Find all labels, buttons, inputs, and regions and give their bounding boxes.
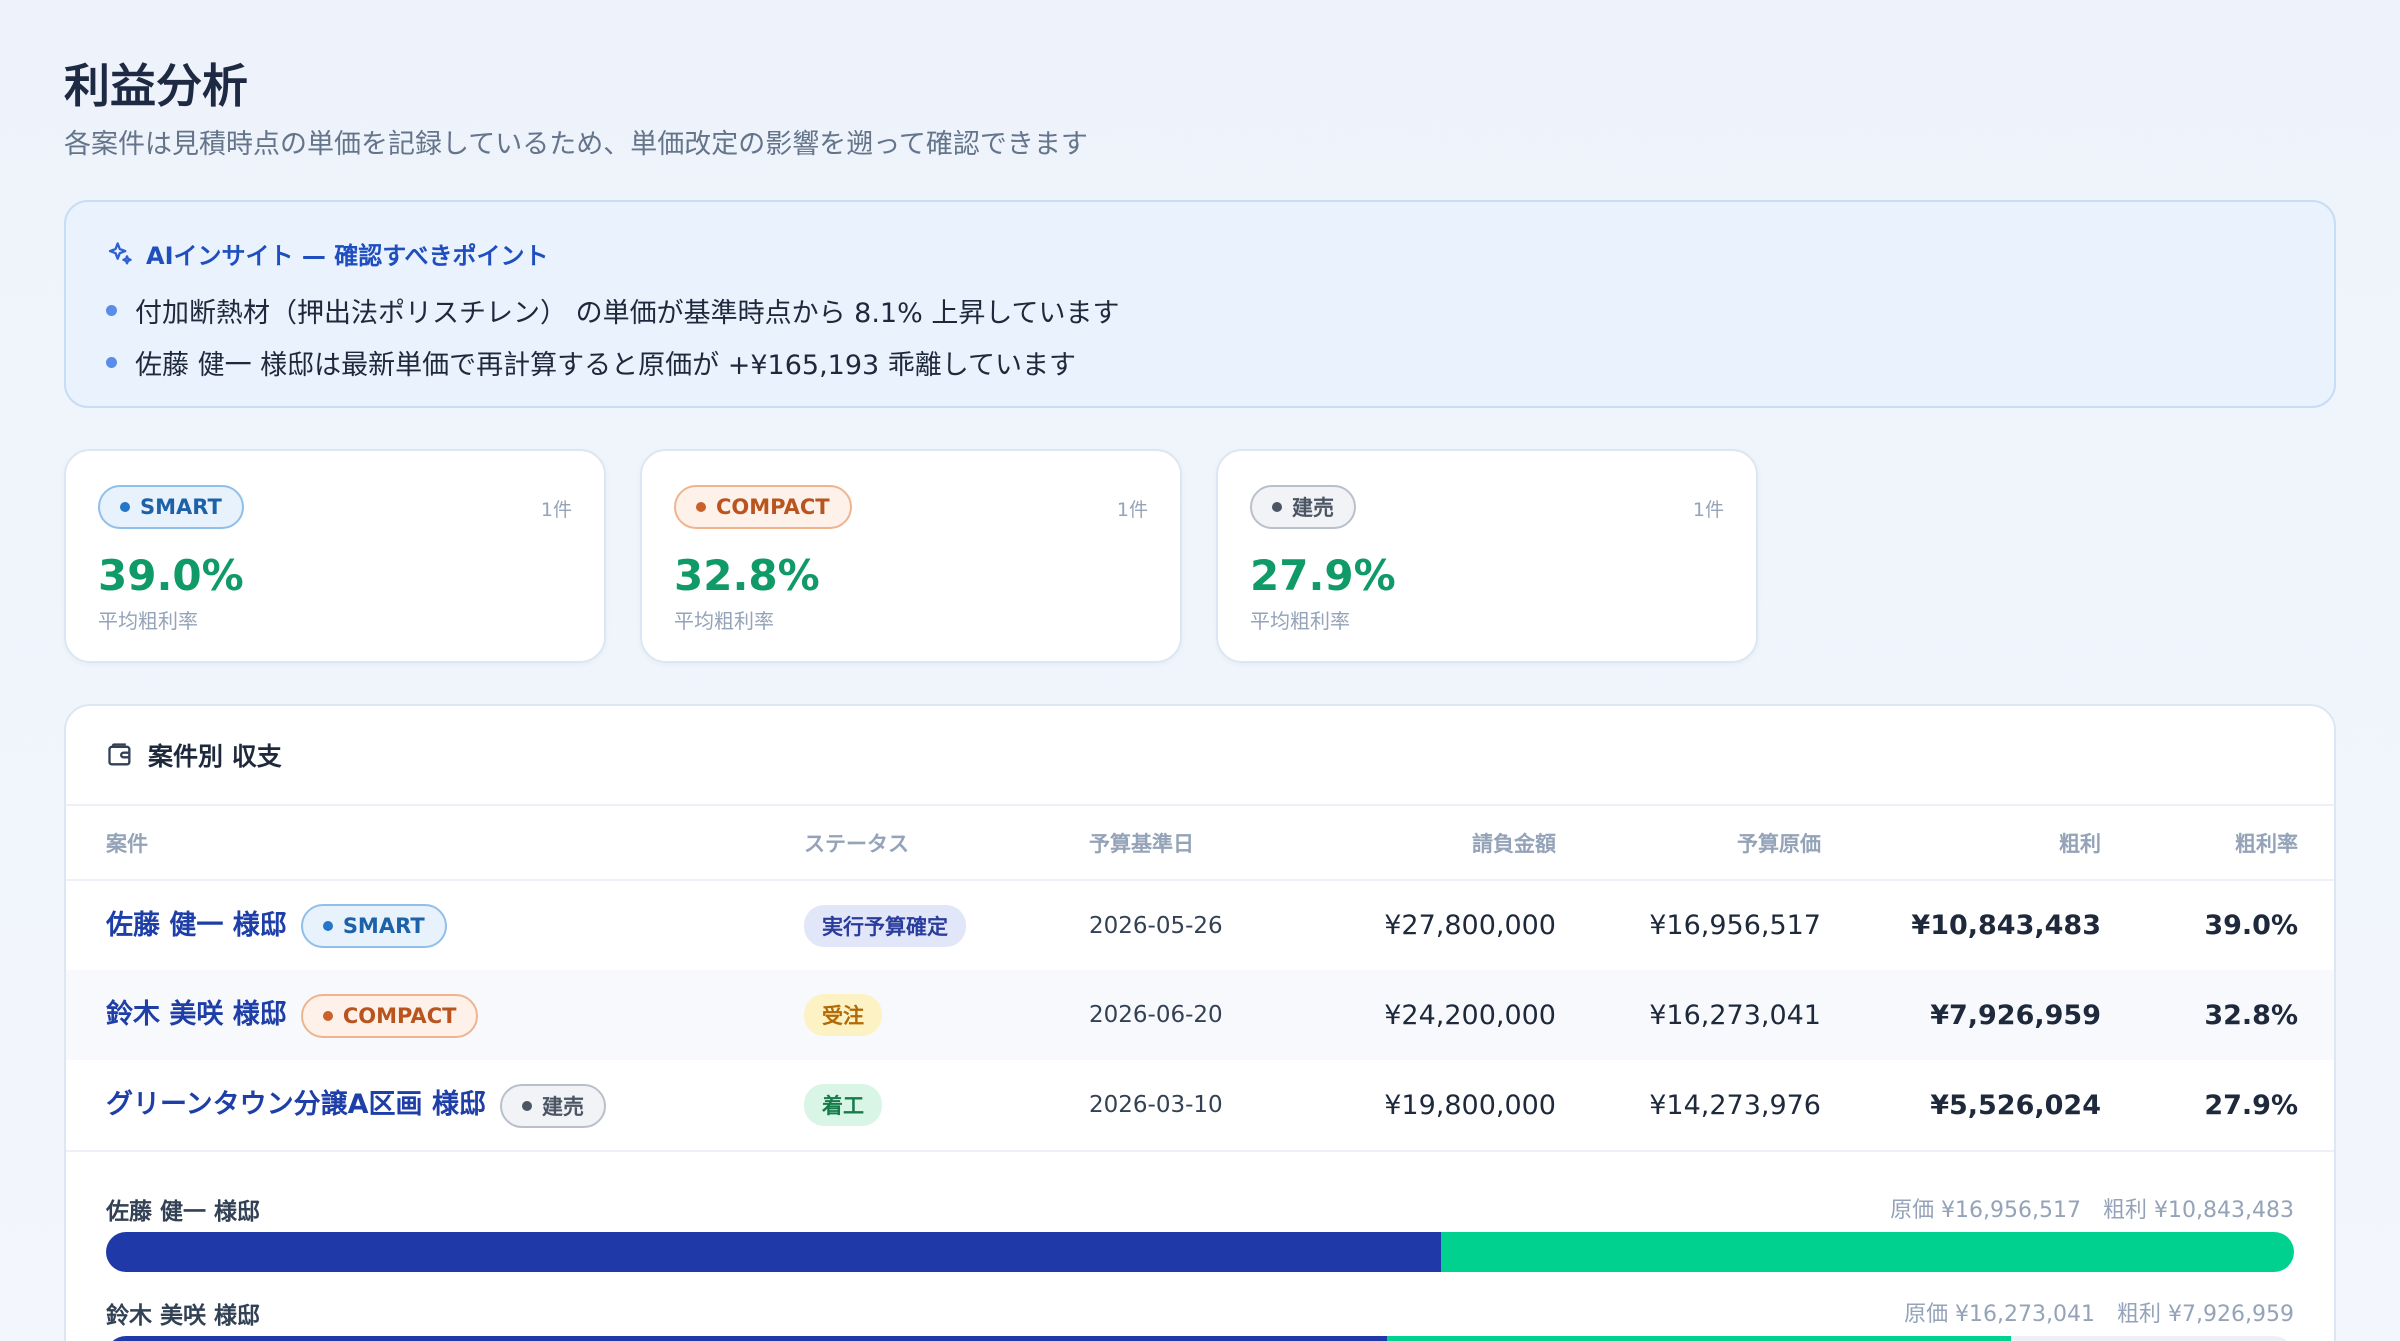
- budget-date: 2026-06-20: [1089, 970, 1329, 1060]
- gross-margin-rate: 27.9%: [2204, 1089, 2298, 1121]
- contract-amount: ¥19,800,000: [1384, 1089, 1556, 1121]
- case-count: 1件: [540, 499, 572, 521]
- insight-item: 佐藤 健一 様邸は最新単価で再計算すると原価が +¥165,193 乖離していま…: [106, 336, 1120, 388]
- contract-amount: ¥27,800,000: [1384, 910, 1556, 941]
- rate-label: 平均粗利率: [98, 609, 198, 633]
- budget-date: 2026-05-26: [1089, 912, 1223, 939]
- gross-profit: ¥10,843,483: [1911, 910, 2101, 941]
- cost-bar-segment: [106, 1336, 1387, 1341]
- bar-profit-text: 粗利 ¥10,843,483: [2103, 1198, 2294, 1223]
- budget-cost: ¥16,273,041: [1556, 970, 1821, 1060]
- bar-row: 鈴木 美咲 様邸 原価 ¥16,273,041 粗利 ¥7,926,959: [106, 1256, 2294, 1341]
- col-rate[interactable]: 粗利率: [2101, 806, 2334, 881]
- bar-meta: 原価 ¥16,273,041 粗利 ¥7,926,959: [1904, 1296, 2294, 1328]
- bar-project-name: 鈴木 美咲 様邸: [106, 1303, 261, 1329]
- col-profit[interactable]: 粗利: [1821, 806, 2101, 881]
- tag-compact: COMPACT: [300, 993, 479, 1038]
- table-row[interactable]: グリーンタウン分譲A区画 様邸 建売 着工 2026-03-10 ¥19,800,…: [66, 1060, 2334, 1150]
- col-cost[interactable]: 予算原価: [1556, 806, 1821, 881]
- average-margin-rate: 27.9%: [1250, 551, 1396, 600]
- budget-date: 2026-03-10: [1089, 1092, 1223, 1118]
- page-subtitle: 各案件は見積時点の単価を記録しているため、単価改定の影響を遡って確認できます: [64, 129, 1088, 160]
- sparkles-icon: [108, 241, 132, 264]
- project-name-link[interactable]: 鈴木 美咲 様邸: [106, 999, 287, 1030]
- average-margin-rate: 32.8%: [674, 551, 820, 600]
- bullet-dot: [106, 304, 117, 316]
- tag-tateuri: 建売: [499, 1083, 606, 1128]
- project-table: 案件 ステータス 予算基準日 請負金額 予算原価 粗利 粗利率 佐藤 健一 様邸…: [66, 806, 2334, 1150]
- col-status[interactable]: ステータス: [804, 806, 1089, 881]
- rate-label: 平均粗利率: [674, 609, 774, 633]
- case-count: 1件: [1116, 499, 1148, 521]
- gross-margin-rate: 39.0%: [2204, 910, 2298, 941]
- rate-label: 平均粗利率: [1250, 609, 1350, 633]
- tag-tateuri: 建売: [1250, 485, 1356, 529]
- status-badge: 着工: [804, 1084, 882, 1126]
- bar-meta: 原価 ¥16,956,517 粗利 ¥10,843,483: [1890, 1192, 2294, 1224]
- table-row[interactable]: 佐藤 健一 様邸 SMART 実行予算確定 2026-05-26 ¥27,800,…: [66, 880, 2334, 970]
- summary-card-compact[interactable]: COMPACT 1件 32.8% 平均粗利率: [640, 449, 1182, 663]
- cost-profit-bars: 佐藤 健一 様邸 原価 ¥16,956,517 粗利 ¥10,843,483 鈴木…: [66, 1150, 2334, 1341]
- col-name[interactable]: 案件: [66, 806, 804, 881]
- budget-cost: ¥14,273,976: [1649, 1089, 1821, 1121]
- bullet-dot: [106, 356, 117, 368]
- gross-margin-rate: 32.8%: [2101, 970, 2334, 1060]
- bar-cost-text: 原価 ¥16,956,517: [1890, 1198, 2082, 1223]
- bar-row: 佐藤 健一 様邸 原価 ¥16,956,517 粗利 ¥10,843,483: [106, 1152, 2294, 1272]
- col-date[interactable]: 予算基準日: [1089, 806, 1329, 881]
- gross-profit: ¥5,526,024: [1930, 1089, 2101, 1121]
- budget-cost: ¥16,956,517: [1649, 910, 1821, 941]
- profit-bar-segment: [1386, 1336, 2011, 1341]
- table-row[interactable]: 鈴木 美咲 様邸 COMPACT 受注 2026-06-20 ¥24,200,00…: [66, 970, 2334, 1060]
- insight-heading: AIインサイト — 確認すべきポイント: [146, 242, 549, 270]
- summary-cards: SMART 1件 39.0% 平均粗利率 COMPACT 1件 32.8% 平均…: [64, 449, 1758, 663]
- bar-cost-text: 原価 ¥16,273,041: [1904, 1302, 2096, 1327]
- status-badge: 実行予算確定: [804, 904, 966, 947]
- case-count: 1件: [1692, 499, 1724, 521]
- panel-title: 案件別 収支: [148, 742, 282, 771]
- wallet-icon: [108, 743, 131, 766]
- tag-smart: SMART: [98, 485, 244, 529]
- gross-profit: ¥7,926,959: [1821, 970, 2101, 1060]
- bar-profit-text: 粗利 ¥7,926,959: [2117, 1302, 2294, 1327]
- insight-list: 付加断熱材（押出法ポリスチレン） の単価が基準時点から 8.1% 上昇しています…: [106, 284, 1120, 388]
- summary-card-smart[interactable]: SMART 1件 39.0% 平均粗利率: [64, 449, 606, 663]
- col-contract[interactable]: 請負金額: [1329, 806, 1556, 881]
- project-name-link[interactable]: 佐藤 健一 様邸: [106, 910, 287, 941]
- panel-header: 案件別 収支: [66, 706, 2334, 806]
- tag-smart: SMART: [300, 904, 447, 949]
- bar-track: [106, 1336, 2294, 1341]
- project-name-link[interactable]: グリーンタウン分譲A区画 様邸: [106, 1089, 486, 1120]
- summary-card-tateuri[interactable]: 建売 1件 27.9% 平均粗利率: [1216, 449, 1758, 663]
- insight-item: 付加断熱材（押出法ポリスチレン） の単価が基準時点から 8.1% 上昇しています: [106, 284, 1120, 336]
- page-title: 利益分析: [64, 59, 248, 113]
- tag-compact: COMPACT: [674, 485, 852, 529]
- insight-header: AIインサイト — 確認すべきポイント: [106, 236, 549, 271]
- average-margin-rate: 39.0%: [98, 551, 244, 600]
- table-header-row: 案件 ステータス 予算基準日 請負金額 予算原価 粗利 粗利率: [66, 806, 2334, 881]
- status-badge: 受注: [804, 994, 882, 1036]
- ai-insight-box: AIインサイト — 確認すべきポイント 付加断熱材（押出法ポリスチレン） の単価…: [64, 200, 2336, 408]
- contract-amount: ¥24,200,000: [1329, 970, 1556, 1060]
- project-balance-panel: 案件別 収支 案件 ステータス 予算基準日 請負金額 予算原価 粗利 粗利率 佐…: [64, 704, 2336, 1341]
- bar-project-name: 佐藤 健一 様邸: [106, 1199, 261, 1225]
